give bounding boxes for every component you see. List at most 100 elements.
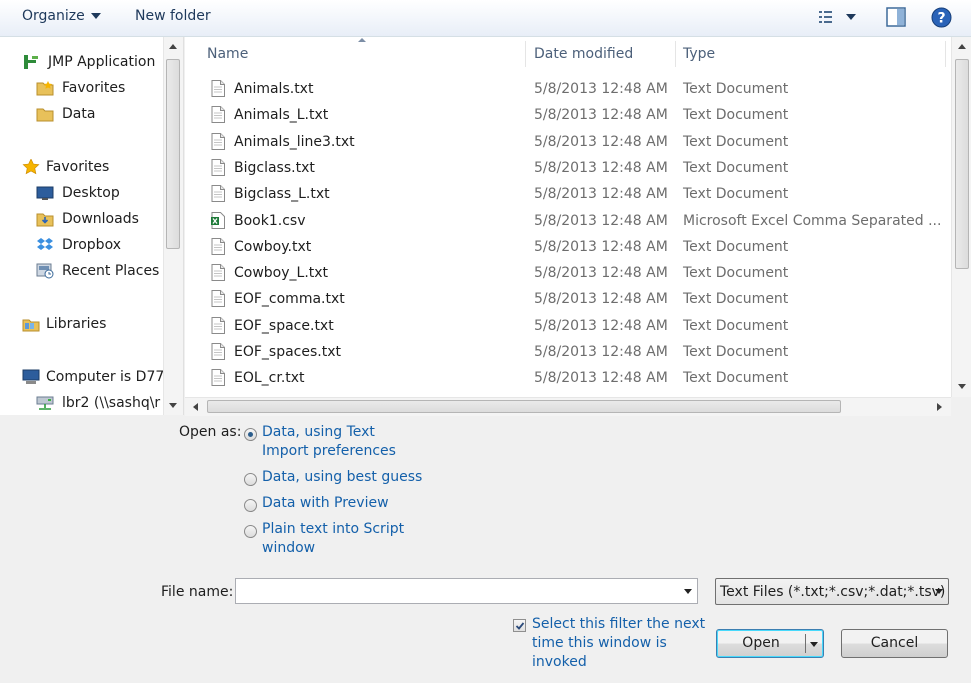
text-file-icon bbox=[211, 343, 225, 360]
nav-item-network-drive[interactable]: lbr2 (\\sashq\r bbox=[36, 392, 160, 414]
nav-item-jmp-application[interactable]: JMP Application bbox=[22, 51, 155, 73]
file-type: Text Document bbox=[683, 317, 789, 334]
option-line: Import preferences bbox=[262, 443, 396, 459]
nav-scrollbar[interactable] bbox=[163, 37, 183, 415]
nav-item-favorites-folder[interactable]: Favorites bbox=[36, 77, 125, 99]
file-type: Text Document bbox=[683, 186, 789, 203]
command-bar: Organize New folder ? bbox=[0, 0, 971, 37]
option-line: Data, using Text bbox=[262, 424, 375, 440]
column-divider bbox=[525, 41, 526, 67]
table-row[interactable]: Book1.csv 5/8/2013 12:48 AM Microsoft Exce… bbox=[185, 208, 951, 234]
file-date: 5/8/2013 12:48 AM bbox=[534, 370, 668, 387]
nav-item-recent-places[interactable]: Recent Places bbox=[36, 260, 159, 282]
file-list[interactable]: Name Date modified Type Animals.txt 5/8/2… bbox=[185, 37, 951, 397]
table-row[interactable]: EOF_space.txt 5/8/2013 12:48 AM Text Docum… bbox=[185, 313, 951, 339]
nav-item-dropbox[interactable]: Dropbox bbox=[36, 234, 121, 256]
table-row[interactable]: Bigclass.txt 5/8/2013 12:48 AM Text Docume… bbox=[185, 155, 951, 181]
file-name: EOF_space.txt bbox=[234, 317, 334, 334]
table-row[interactable]: Animals_L.txt 5/8/2013 12:48 AM Text Docum… bbox=[185, 102, 951, 128]
radio-data-best-guess[interactable] bbox=[244, 473, 257, 486]
organize-button[interactable]: Organize bbox=[22, 8, 101, 24]
open-options-chevron-icon[interactable] bbox=[810, 642, 818, 647]
table-row[interactable]: Cowboy_L.txt 5/8/2013 12:48 AM Text Docume… bbox=[185, 260, 951, 286]
preview-pane-button[interactable] bbox=[886, 7, 906, 27]
column-header-type[interactable]: Type bbox=[683, 37, 715, 71]
file-name: Animals.txt bbox=[234, 81, 314, 97]
open-button[interactable]: Open bbox=[716, 629, 824, 658]
nav-item-favorites[interactable]: Favorites bbox=[22, 156, 109, 178]
file-date: 5/8/2013 12:48 AM bbox=[534, 265, 668, 282]
table-row[interactable]: Animals_line3.txt 5/8/2013 12:48 AM Text D… bbox=[185, 129, 951, 155]
remember-filter-checkbox[interactable] bbox=[513, 619, 526, 632]
remember-filter-label[interactable]: Select this filter the next time this wi… bbox=[532, 615, 705, 672]
help-button[interactable]: ? bbox=[931, 7, 952, 28]
radio-data-with-preview[interactable] bbox=[244, 499, 257, 512]
radio-plain-text-script[interactable] bbox=[244, 525, 257, 538]
file-date: 5/8/2013 12:48 AM bbox=[534, 212, 668, 229]
new-folder-button[interactable]: New folder bbox=[135, 8, 211, 24]
file-type: Text Document bbox=[683, 107, 789, 124]
scroll-down-icon[interactable] bbox=[958, 384, 966, 389]
star-icon bbox=[22, 159, 40, 175]
nav-item-data[interactable]: Data bbox=[36, 103, 95, 125]
scroll-up-icon[interactable] bbox=[169, 44, 177, 49]
file-list-scroll-thumb[interactable] bbox=[955, 59, 969, 269]
chevron-down-icon bbox=[90, 13, 101, 19]
folder-star-icon bbox=[36, 81, 54, 96]
option-data-best-guess[interactable]: Data, using best guess bbox=[262, 468, 422, 487]
file-type: Text Document bbox=[683, 159, 789, 176]
table-row[interactable]: Animals.txt 5/8/2013 12:48 AM Text Documen… bbox=[185, 76, 951, 102]
view-list-icon bbox=[819, 11, 832, 23]
network-drive-icon bbox=[36, 396, 54, 410]
option-data-with-preview[interactable]: Data with Preview bbox=[262, 494, 389, 513]
file-type: Text Document bbox=[683, 81, 789, 97]
file-type-filter-select[interactable]: Text Files (*.txt;*.csv;*.dat;*.tsv) bbox=[715, 578, 949, 605]
option-plain-text-script[interactable]: Plain text into Script window bbox=[262, 520, 404, 558]
file-name: Bigclass.txt bbox=[234, 159, 315, 176]
column-header-date-modified[interactable]: Date modified bbox=[534, 37, 633, 71]
text-file-icon bbox=[211, 185, 225, 203]
nav-scroll-thumb[interactable] bbox=[166, 59, 180, 249]
horizontal-scroll-thumb[interactable] bbox=[207, 400, 841, 413]
folder-icon bbox=[36, 213, 54, 227]
table-row[interactable]: Cowboy.txt 5/8/2013 12:48 AM Text Document bbox=[185, 234, 951, 260]
nav-item-desktop[interactable]: Desktop bbox=[36, 182, 120, 204]
scroll-up-icon[interactable] bbox=[958, 44, 966, 49]
chevron-down-icon[interactable] bbox=[684, 589, 692, 594]
column-divider bbox=[675, 41, 676, 67]
scroll-left-icon[interactable] bbox=[193, 403, 198, 411]
nav-item-downloads[interactable]: Downloads bbox=[36, 208, 139, 230]
file-list-vertical-scrollbar[interactable] bbox=[951, 37, 971, 397]
file-name-input[interactable] bbox=[235, 578, 698, 604]
scroll-down-icon[interactable] bbox=[169, 403, 177, 408]
table-row[interactable]: Bigclass_L.txt 5/8/2013 12:48 AM Text Docu… bbox=[185, 181, 951, 207]
radio-data-text-import[interactable] bbox=[244, 428, 257, 441]
file-type: Text Document bbox=[683, 238, 789, 255]
option-data-text-import[interactable]: Data, using Text Import preferences bbox=[262, 423, 396, 461]
sort-ascending-icon bbox=[358, 38, 366, 42]
table-row[interactable]: EOL_cr.txt 5/8/2013 12:48 AM Text Document bbox=[185, 365, 951, 391]
file-list-horizontal-scrollbar[interactable] bbox=[185, 397, 951, 416]
nav-item-libraries[interactable]: Libraries bbox=[22, 313, 106, 335]
help-icon: ? bbox=[931, 7, 952, 28]
file-name: Bigclass_L.txt bbox=[234, 186, 330, 203]
file-date: 5/8/2013 12:48 AM bbox=[534, 133, 668, 150]
split-divider bbox=[805, 634, 806, 653]
file-date: 5/8/2013 12:48 AM bbox=[534, 317, 668, 334]
navigation-pane[interactable]: JMP Application Favorites Data Favorites… bbox=[0, 37, 184, 415]
organize-label: Organize bbox=[22, 8, 85, 24]
nav-item-computer[interactable]: Computer is D77 bbox=[22, 366, 164, 388]
cancel-button[interactable]: Cancel bbox=[841, 629, 948, 658]
table-row[interactable]: EOF_comma.txt 5/8/2013 12:48 AM Text Docum… bbox=[185, 286, 951, 312]
table-row[interactable]: EOF_spaces.txt 5/8/2013 12:48 AM Text Docu… bbox=[185, 339, 951, 365]
file-name: Animals_line3.txt bbox=[234, 133, 355, 150]
column-header-name[interactable]: Name bbox=[207, 37, 248, 71]
change-view-button[interactable] bbox=[818, 9, 862, 27]
file-type: Text Document bbox=[683, 265, 789, 282]
column-divider bbox=[945, 41, 946, 67]
excel-file-icon bbox=[211, 211, 225, 229]
scroll-right-icon[interactable] bbox=[937, 403, 942, 411]
file-type: Text Document bbox=[683, 344, 789, 360]
preview-pane-icon bbox=[886, 7, 906, 27]
text-file-icon bbox=[211, 106, 225, 124]
